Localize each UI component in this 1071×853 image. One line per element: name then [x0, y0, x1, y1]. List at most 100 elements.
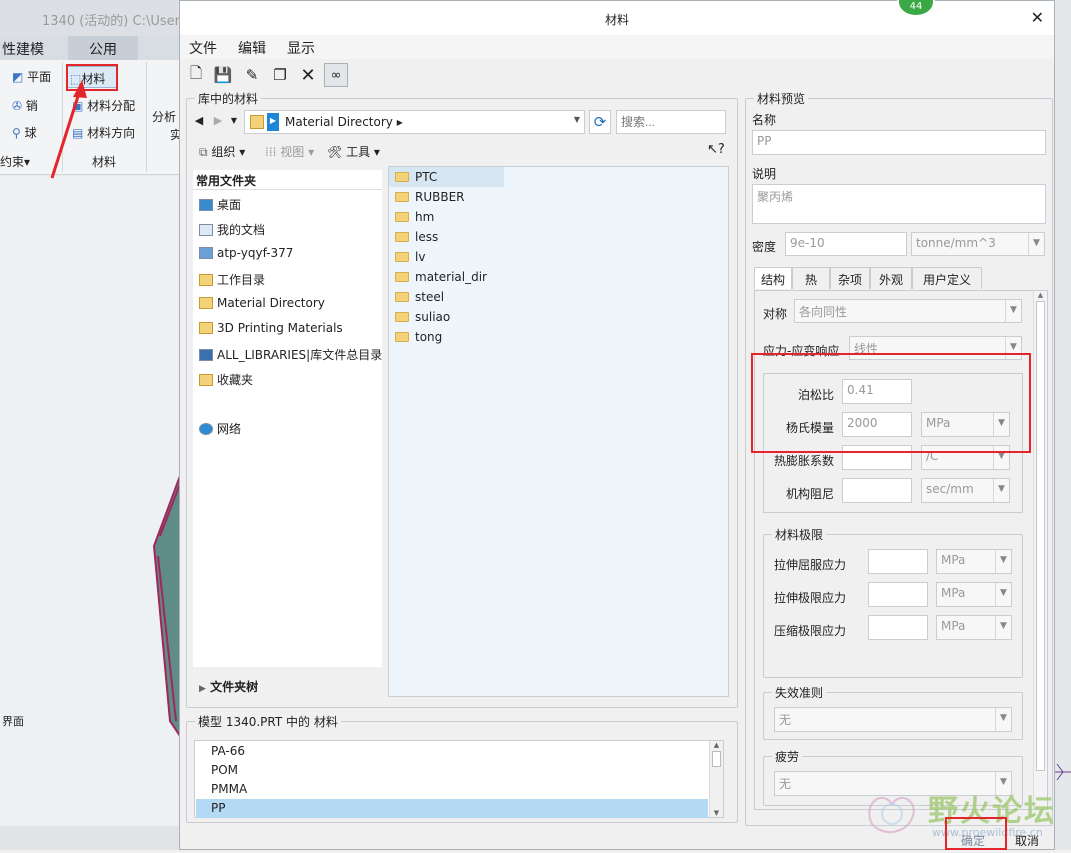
tensile-yield-unit[interactable]: MPa ▼ [936, 549, 1012, 574]
chevron-down-icon: ▼ [1005, 300, 1021, 322]
list-item[interactable]: POM [196, 761, 708, 780]
tab-modeling[interactable]: 性建模 [0, 36, 64, 60]
folder-item[interactable]: hm [395, 207, 434, 227]
panel-scrollbar[interactable]: ▲ [1033, 291, 1047, 809]
chevron-down-icon: ▼ [1028, 233, 1044, 255]
failure-label: 失效准则 [772, 684, 827, 701]
name-field[interactable]: PP [752, 130, 1046, 155]
background-right-strip [1055, 0, 1071, 850]
list-item[interactable]: PA-66 [196, 742, 708, 761]
history-dropdown-icon[interactable]: ▼ [227, 111, 241, 129]
library-group-label: 库中的材料 [195, 90, 262, 107]
folder-item[interactable]: PTC [389, 167, 504, 187]
refresh-icon[interactable]: ⟳ [589, 110, 611, 134]
menu-edit[interactable]: 编辑 [238, 38, 266, 58]
ribbon-ball[interactable]: ⚲ 球 [12, 124, 37, 141]
path-dropdown-icon[interactable]: ▼ [574, 115, 580, 124]
ribbon-analysis[interactable]: 分析 [152, 108, 176, 125]
failure-select[interactable]: 无 ▼ [774, 707, 1012, 732]
description-field[interactable]: 聚丙烯 [752, 184, 1046, 224]
fav-favorites[interactable]: 收藏夹 [199, 371, 253, 388]
copy-icon[interactable]: ❐ [268, 63, 292, 87]
damping-field[interactable] [842, 478, 912, 503]
tensile-ultimate-unit[interactable]: MPa ▼ [936, 582, 1012, 607]
ribbon-tabs: 性建模 公用 [0, 36, 180, 60]
annotation-box-material-button [66, 64, 118, 91]
ribbon-group-constraint[interactable]: 约束▾ [0, 153, 30, 170]
tensile-ultimate-label: 拉伸极限应力 [774, 591, 847, 605]
folder-item[interactable]: lv [395, 247, 425, 267]
tab-appearance[interactable]: 外观 [870, 267, 912, 289]
folder-item[interactable]: less [395, 227, 438, 247]
tab-user-defined[interactable]: 用户定义 [912, 267, 982, 289]
folder-icon [395, 311, 409, 322]
delete-icon[interactable]: ✕ [296, 63, 320, 87]
list-item-selected[interactable]: PP [196, 799, 708, 818]
fav-3d-printing[interactable]: 3D Printing Materials [199, 321, 343, 335]
close-icon[interactable]: ✕ [1031, 8, 1044, 27]
organize-icon: ⧉ [199, 145, 208, 159]
folder-item[interactable]: suliao [395, 307, 450, 327]
fav-network[interactable]: 网络 [199, 420, 241, 437]
folder-item[interactable]: material_dir [395, 267, 487, 287]
forward-arrow-icon[interactable]: ▶ [209, 111, 227, 129]
new-file-icon[interactable]: 🗋 [184, 63, 208, 87]
thermal-expansion-label: 热膨胀系数 [774, 454, 835, 468]
organize-menu[interactable]: ⧉ 组织 ▾ [199, 143, 245, 160]
fav-material-directory[interactable]: Material Directory [199, 296, 325, 310]
globe-icon [199, 422, 213, 435]
tab-structure[interactable]: 结构 [754, 267, 792, 289]
menu-file[interactable]: 文件 [189, 38, 217, 58]
compressive-limit-unit[interactable]: MPa ▼ [936, 615, 1012, 640]
path-text: Material Directory [285, 115, 393, 129]
folder-item[interactable]: RUBBER [395, 187, 465, 207]
tensile-ultimate-field[interactable] [868, 582, 928, 607]
folder-item[interactable]: tong [395, 327, 442, 347]
compressive-limit-field[interactable] [868, 615, 928, 640]
tools-menu[interactable]: 🛠 工具 ▾ [327, 143, 380, 160]
graphics-canvas[interactable]: 界面 [0, 176, 181, 826]
help-cursor-icon[interactable]: ↖? [707, 142, 725, 157]
status-bar [0, 826, 180, 850]
pin-icon: ✇ [12, 99, 23, 113]
dialog-title: 材料 [604, 13, 629, 27]
annotation-box-properties [751, 353, 1031, 453]
menu-bar: 文件 编辑 显示 [180, 35, 1054, 59]
density-unit-select[interactable]: tonne/mm^3 ▼ [911, 232, 1045, 256]
folder-item[interactable]: steel [395, 287, 444, 307]
tab-thermal[interactable]: 热 [792, 267, 830, 289]
list-item[interactable]: PMMA [196, 780, 708, 799]
fav-desktop[interactable]: 桌面 [199, 196, 241, 213]
save-icon[interactable]: 💾 [211, 63, 235, 87]
fav-documents[interactable]: 我的文档 [199, 221, 265, 238]
property-tabs: 结构 热 杂项 外观 用户定义 [754, 267, 1048, 291]
damping-unit-select[interactable]: sec/mm ▼ [921, 478, 1010, 503]
tensile-yield-field[interactable] [868, 549, 928, 574]
tab-misc[interactable]: 杂项 [830, 267, 870, 289]
fav-computer[interactable]: atp-yqyf-377 [199, 246, 293, 260]
view-menu[interactable]: ⁞⁞⁞ 视图 ▾ [265, 143, 314, 160]
menu-view[interactable]: 显示 [287, 38, 315, 58]
tab-common[interactable]: 公用 [68, 36, 138, 60]
chevron-down-icon: ▼ [995, 550, 1011, 573]
ribbon-pin[interactable]: ✇ 销 [12, 97, 38, 114]
symmetry-select[interactable]: 各向同性 ▼ [794, 299, 1022, 323]
working-dir-icon [199, 273, 213, 286]
divider [193, 189, 382, 190]
back-arrow-icon[interactable]: ◀ [190, 111, 208, 129]
fav-working-dir[interactable]: 工作目录 [199, 271, 265, 288]
model-material-list: PA-66 POM PMMA PP ▲ ▼ [194, 740, 724, 818]
model-group-label: 模型 1340.PRT 中的 材料 [195, 713, 341, 730]
tools-icon: 🛠 [327, 145, 343, 159]
scrollbar[interactable]: ▲ ▼ [709, 741, 723, 817]
search-input[interactable] [616, 110, 726, 134]
material-directory-icon [199, 296, 213, 309]
edit-pencil-icon[interactable]: ✎ [240, 63, 264, 87]
folder-tree-toggle[interactable]: ▶ 文件夹树 [199, 678, 258, 695]
fav-all-libraries[interactable]: ALL_LIBRARIES|库文件总目录 [199, 346, 382, 363]
path-bar[interactable]: ▶ Material Directory ▸ ▼ [244, 110, 585, 134]
preview-group-label: 材料预览 [754, 90, 809, 107]
glasses-icon[interactable]: ∞ [324, 63, 348, 87]
folder-icon [395, 191, 409, 202]
density-field[interactable]: 9e-10 [785, 232, 907, 256]
